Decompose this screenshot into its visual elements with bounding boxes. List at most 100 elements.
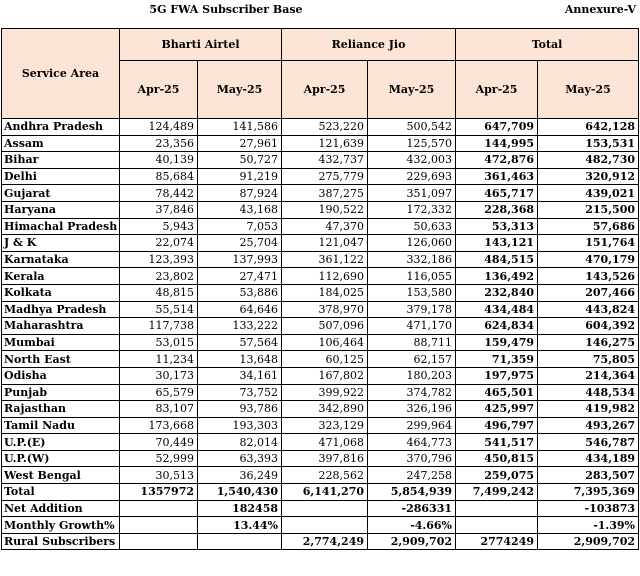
value-cell: 52,999 (119, 449, 198, 468)
value-cell: 320,912 (537, 167, 640, 186)
value-cell: 82,014 (196, 433, 283, 451)
value-cell: 361,463 (455, 167, 539, 186)
value-cell: 332,186 (367, 250, 457, 269)
service-area-cell: Maharashtra (1, 317, 120, 335)
value-cell: 43,168 (196, 200, 283, 219)
service-area-cell: Delhi (1, 167, 120, 186)
value-cell: 123,393 (119, 250, 198, 269)
value-cell: 91,219 (196, 167, 283, 186)
month-header: May-25 (367, 60, 457, 119)
value-cell: 470,179 (537, 250, 640, 269)
service-area-cell: Net Addition (1, 499, 120, 518)
operator-header-airtel: Bharti Airtel (118, 28, 283, 61)
table-row: Tamil Nadu 173,668 193,303 323,129 299,964 49… (1, 416, 640, 435)
value-cell: 5,854,939 (367, 483, 457, 501)
service-area-cell: Odisha (1, 366, 120, 385)
value-cell (119, 499, 198, 518)
value-cell: 22,074 (119, 234, 198, 252)
service-area-cell: Karnataka (1, 250, 120, 269)
table-row: Delhi 85,684 91,219 275,779 229,693 361,463 32… (1, 167, 640, 186)
value-cell: 229,693 (367, 167, 457, 186)
value-cell: 507,096 (281, 317, 369, 335)
table-row: Andhra Pradesh 124,489 141,586 523,220 500,5… (1, 118, 640, 136)
value-cell: 523,220 (281, 118, 369, 136)
table-row: Odisha 30,173 34,161 167,802 180,203 197,975 2… (1, 366, 640, 385)
value-cell: 136,492 (455, 267, 539, 285)
value-cell: 34,161 (196, 366, 283, 385)
value-cell: 374,782 (367, 383, 457, 402)
value-cell: 642,128 (537, 118, 640, 136)
service-area-cell: Haryana (1, 200, 120, 219)
service-area-cell: Kerala (1, 267, 120, 285)
value-cell: 214,364 (537, 366, 640, 385)
value-cell (455, 499, 539, 518)
value-cell (119, 532, 198, 551)
service-area-cell: J & K (1, 234, 120, 252)
value-cell: 121,639 (281, 134, 369, 153)
value-cell (119, 516, 198, 534)
service-area-cell: Mumbai (1, 333, 120, 352)
value-cell: 47,370 (281, 217, 369, 236)
value-cell: 23,802 (119, 267, 198, 285)
value-cell: -1.39% (537, 516, 640, 534)
value-cell: 425,997 (455, 400, 539, 418)
value-cell: 275,779 (281, 167, 369, 186)
value-cell: 419,982 (537, 400, 640, 418)
value-cell: 159,479 (455, 333, 539, 352)
value-cell: 7,499,242 (455, 483, 539, 501)
month-header: Apr-25 (119, 60, 198, 119)
value-cell: 87,924 (196, 184, 283, 202)
value-cell: 190,522 (281, 200, 369, 219)
value-cell: 143,526 (537, 267, 640, 285)
value-cell: 13,648 (196, 350, 283, 368)
operator-header-jio: Reliance Jio (281, 28, 457, 61)
value-cell: 30,173 (119, 366, 198, 385)
value-cell: 121,047 (281, 234, 369, 252)
value-cell: 65,579 (119, 383, 198, 402)
value-cell (281, 499, 369, 518)
service-area-cell: U.P.(E) (1, 433, 120, 451)
value-cell: 153,580 (367, 283, 457, 302)
value-cell: 60,125 (281, 350, 369, 368)
value-cell: 434,189 (537, 449, 640, 468)
service-area-cell: Gujarat (1, 184, 120, 202)
service-area-cell: Punjab (1, 383, 120, 402)
value-cell: 50,633 (367, 217, 457, 236)
service-area-cell: Total (1, 483, 120, 501)
service-area-cell: Assam (1, 134, 120, 153)
month-header: Apr-25 (455, 60, 539, 119)
value-cell: 496,797 (455, 416, 539, 435)
table-row: Karnataka 123,393 137,993 361,122 332,186 484… (1, 250, 640, 269)
operator-header-total: Total (455, 28, 640, 61)
value-cell: 112,690 (281, 267, 369, 285)
value-cell (455, 516, 539, 534)
value-cell: 126,060 (367, 234, 457, 252)
header-row-operators: Service Area Bharti Airtel Reliance Jio … (1, 28, 640, 119)
value-cell: 106,464 (281, 333, 369, 352)
month-header: May-25 (537, 60, 640, 119)
value-cell: 63,393 (196, 449, 283, 468)
service-area-cell: Madhya Pradesh (1, 300, 120, 319)
value-cell: 323,129 (281, 416, 369, 435)
value-cell: 259,075 (455, 466, 539, 485)
value-cell: 299,964 (367, 416, 457, 435)
table-row: Punjab 65,579 73,752 399,922 374,782 465,501 4… (1, 383, 640, 402)
value-cell: 1,540,430 (196, 483, 283, 501)
value-cell: 36,249 (196, 466, 283, 485)
service-area-cell: Kolkata (1, 283, 120, 302)
value-cell: 141,586 (196, 118, 283, 136)
table-row: U.P.(E) 70,449 82,014 471,068 464,773 541,517… (1, 433, 640, 451)
value-cell: 182458 (196, 499, 283, 518)
table-row: Kolkata 48,815 53,886 184,025 153,580 232,840… (1, 283, 640, 302)
value-cell: 13.44% (196, 516, 283, 534)
value-cell: -286331 (367, 499, 457, 518)
value-cell: 57,686 (537, 217, 640, 236)
service-area-cell: Bihar (1, 151, 120, 169)
value-cell: 500,542 (367, 118, 457, 136)
value-cell: 37,846 (119, 200, 198, 219)
value-cell: 75,805 (537, 350, 640, 368)
value-cell: 153,531 (537, 134, 640, 153)
summary-row: Monthly Growth% 13.44% -4.66% -1.39% (1, 516, 640, 534)
value-cell: 48,815 (119, 283, 198, 302)
value-cell: 144,995 (455, 134, 539, 153)
